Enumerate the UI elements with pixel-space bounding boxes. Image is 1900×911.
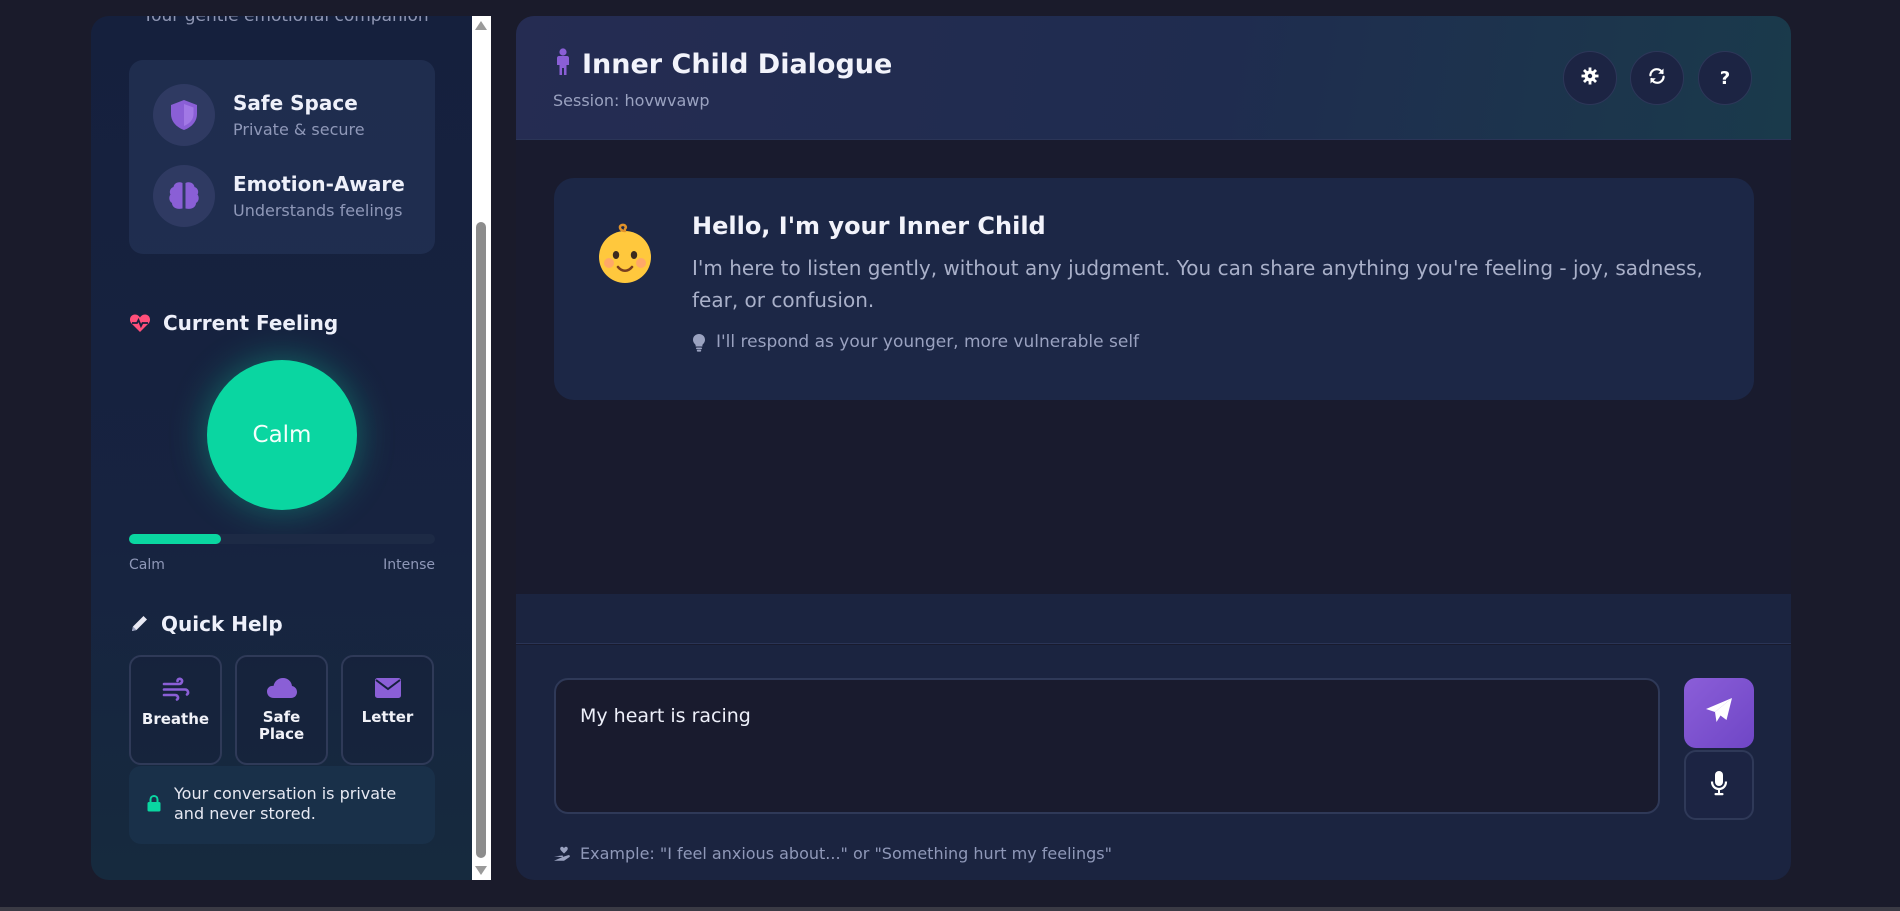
voice-input-button[interactable]: [1684, 750, 1754, 820]
page-title-row: Inner Child Dialogue: [554, 48, 892, 80]
session-id: Session: hovwvawp: [553, 91, 710, 110]
shield-icon: [153, 84, 215, 146]
intensity-slider[interactable]: [129, 534, 435, 544]
feature-emotion-aware: Emotion-Aware Understands feelings: [153, 165, 405, 227]
pencil-icon: [129, 614, 149, 634]
help-button-label: Breathe: [141, 710, 210, 728]
cloud-icon: [266, 677, 298, 703]
welcome-title: Hello, I'm your Inner Child: [692, 212, 1046, 240]
privacy-note: Your conversation is private and never s…: [129, 766, 435, 844]
paper-plane-icon: [1704, 696, 1734, 730]
envelope-icon: [374, 677, 402, 703]
privacy-note-text: Your conversation is private and never s…: [174, 784, 397, 823]
quick-help-heading: Quick Help: [129, 612, 283, 636]
example-hint: Example: "I feel anxious about..." or "S…: [553, 844, 1112, 863]
refresh-icon: [1648, 67, 1666, 90]
breathe-button[interactable]: Breathe: [129, 655, 222, 765]
message-composer: My heart is racing Example: "I feel anxi…: [516, 645, 1791, 880]
lightbulb-icon: [692, 333, 706, 352]
welcome-hint-text: I'll respond as your younger, more vulne…: [716, 332, 1140, 352]
feature-subtitle: Private & secure: [233, 120, 365, 139]
help-button-label: Safe Place: [258, 708, 305, 743]
scrollbar-thumb[interactable]: [476, 222, 486, 858]
letter-button[interactable]: Letter: [341, 655, 434, 765]
feature-title: Emotion-Aware: [233, 172, 405, 196]
welcome-hint: I'll respond as your younger, more vulne…: [692, 332, 1139, 352]
hand-heart-icon: [553, 846, 573, 862]
lock-icon: [147, 794, 161, 816]
safe-place-button[interactable]: Safe Place: [235, 655, 328, 765]
chat-header: Inner Child Dialogue Session: hovwvawp ?: [516, 16, 1791, 140]
message-input[interactable]: My heart is racing: [554, 678, 1660, 814]
example-hint-text: Example: "I feel anxious about..." or "S…: [580, 844, 1112, 863]
app-tagline: Your gentle emotional companion: [143, 16, 429, 26]
typing-status-bar: [516, 594, 1791, 644]
mood-indicator: Calm: [207, 360, 357, 510]
scroll-down-arrow-icon[interactable]: [475, 866, 487, 875]
feature-safe-space: Safe Space Private & secure: [153, 84, 365, 146]
wind-icon: [162, 677, 190, 705]
send-button[interactable]: [1684, 678, 1754, 748]
help-button-label: Letter: [361, 708, 414, 726]
welcome-body: I'm here to listen gently, without any j…: [692, 256, 1703, 312]
refresh-button[interactable]: [1630, 51, 1684, 105]
intensity-slider-fill: [129, 534, 221, 544]
page-title: Inner Child Dialogue: [582, 48, 893, 80]
slider-high-label: Intense: [383, 557, 435, 573]
settings-button[interactable]: [1563, 51, 1617, 105]
child-icon: [554, 48, 572, 80]
section-title-text: Current Feeling: [163, 311, 339, 335]
feature-subtitle: Understands feelings: [233, 201, 403, 220]
heart-pulse-icon: [129, 313, 151, 333]
microphone-icon: [1710, 770, 1728, 800]
brain-icon: [153, 165, 215, 227]
welcome-message: Hello, I'm your Inner Child I'm here to …: [554, 178, 1754, 400]
sidebar: Your gentle emotional companion Safe Spa…: [91, 16, 472, 880]
gear-icon: [1581, 67, 1599, 90]
chat-panel: Inner Child Dialogue Session: hovwvawp ?: [516, 16, 1791, 880]
window-bottom-edge: [0, 907, 1900, 911]
sidebar-scrollbar[interactable]: [472, 16, 491, 880]
feature-title: Safe Space: [233, 91, 358, 115]
help-button[interactable]: ?: [1698, 51, 1752, 105]
scroll-up-arrow-icon[interactable]: [475, 21, 487, 30]
question-icon: ?: [1719, 67, 1731, 89]
slider-low-label: Calm: [129, 557, 165, 573]
current-feeling-heading: Current Feeling: [129, 311, 338, 335]
baby-face-icon: [596, 223, 654, 289]
features-card: Safe Space Private & secure Emotion-Awar…: [129, 60, 435, 254]
section-title-text: Quick Help: [161, 612, 283, 636]
